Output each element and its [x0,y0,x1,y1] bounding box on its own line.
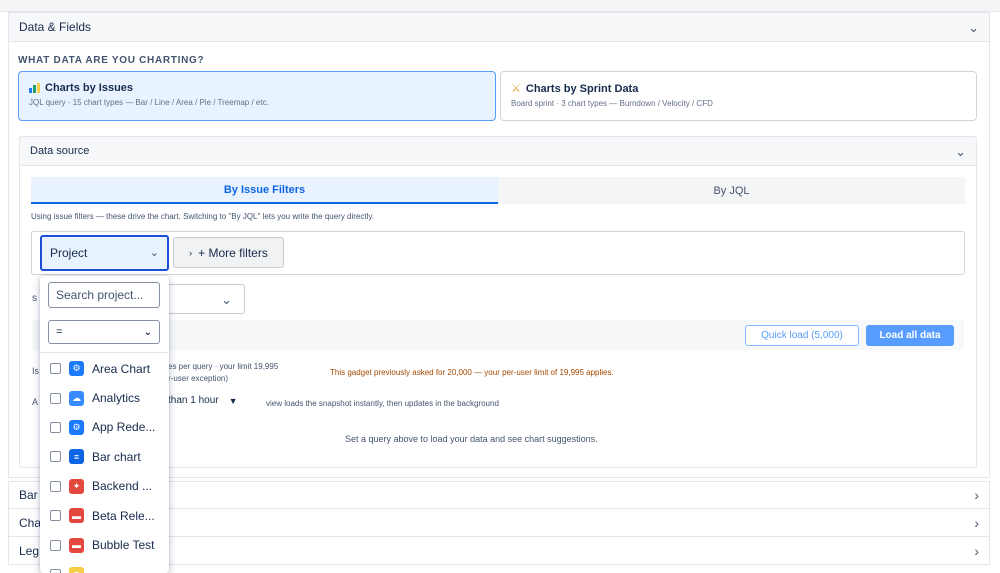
empty-state-message: Set a query above to load your data and … [345,434,598,444]
checkbox[interactable] [50,451,61,463]
source-tabs: By Issue Filters By JQL [31,177,965,204]
filter-bar [31,231,965,275]
chevron-down-icon: ▼ [228,395,238,406]
checkbox[interactable] [50,421,61,433]
project-filter-label: Project [50,246,88,260]
project-option[interactable]: ☁ Analytics [40,383,169,412]
limit-info-line-1: es per query · your limit 19,995 [168,362,279,371]
partial-label-a: A [32,397,39,407]
partial-label-s: s [32,293,37,304]
chevron-right-icon: › [974,542,979,559]
checkbox[interactable] [50,392,61,404]
puzzle-app-icon: ✦ [69,478,84,494]
project-option[interactable]: ▬ Beta Rele... [40,501,169,530]
partially-hidden-select[interactable]: ⌄ [165,284,245,314]
limit-info: es per query · your limit 19,995 r-user … [168,361,278,385]
limit-warning: This gadget previously asked for 20,000 … [330,368,614,377]
folder-app-icon: ■ [69,566,84,573]
project-option[interactable]: ⚙ Area Chart [40,354,169,383]
cache-age-value: than 1 hour [168,395,219,406]
section-title: Cha [19,515,42,530]
board-app-icon: ▬ [69,508,84,524]
load-all-data-button[interactable]: Load all data [866,325,954,346]
cloud-app-icon: ☁ [69,390,84,406]
project-option-label: Analytics [92,391,141,406]
quick-load-button[interactable]: Quick load (5,000) [745,325,859,346]
board-app-icon: ▬ [69,537,84,553]
search-project-input[interactable] [48,282,160,308]
project-option-label: Bubble Test [92,538,155,553]
cache-age-select[interactable]: than 1 hour ▼ [168,395,238,406]
checkbox[interactable] [50,363,61,375]
checkbox[interactable] [50,539,61,551]
chevron-down-icon: ⌄ [968,19,979,35]
project-option[interactable]: ≡ Bar chart [40,442,169,471]
card-subtitle: Board sprint · 3 chart types — Burndown … [511,99,713,108]
top-strip [0,0,1000,12]
data-source-header[interactable]: Data source ⌄ [19,136,977,166]
card-charts-by-sprint-data[interactable]: ⚔ Charts by Sprint Data Board sprint · 3… [500,71,977,121]
project-option[interactable]: ▬ Bubble Test [40,530,169,559]
chevron-right-icon: › [974,514,979,531]
project-option-label: App Rede... [92,420,156,435]
divider [40,352,169,353]
project-option[interactable]: ✦ Backend ... [40,472,169,501]
section-title: Data & Fields [19,20,92,34]
project-option-list: ⚙ Area Chart ☁ Analytics ⚙ App Rede... ≡ Bar ch… [40,354,169,573]
gear-app-icon: ⚙ [69,361,84,377]
chevron-down-icon: ⌄ [143,326,152,338]
more-filters-label: + More filters [198,245,268,260]
partial-label-is: Is [32,366,40,376]
project-option[interactable]: ■ [40,560,169,573]
project-option-label: Bar chart [92,449,141,464]
chevron-down-icon: ⌄ [149,246,159,259]
limit-info-line-2: r-user exception) [168,374,229,383]
project-dropdown-menu: = ⌄ ⚙ Area Chart ☁ Analytics ⚙ App Rede... ≡ Ba… [40,276,169,573]
checkbox[interactable] [50,480,61,492]
operator-select[interactable]: = ⌄ [48,320,160,344]
card-title: Charts by Issues [45,82,134,94]
operator-value: = [56,326,63,338]
project-option-label: Area Chart [92,361,151,376]
chevron-right-icon: › [189,247,193,258]
tab-by-issue-filters[interactable]: By Issue Filters [31,177,498,204]
section-title: Leg [19,543,40,558]
project-option-label: Beta Rele... [92,508,155,523]
chart-type-question: WHAT DATA ARE YOU CHARTING? [18,55,205,66]
tab-by-jql[interactable]: By JQL [498,177,965,204]
chevron-right-icon: › [974,487,979,503]
section-title: Bar [19,488,38,502]
cache-note: view loads the snapshot instantly, then … [266,399,499,408]
card-charts-by-issues[interactable]: Charts by Issues JQL query · 15 chart ty… [18,71,496,121]
chevron-down-icon: ⌄ [221,291,232,307]
section-data-fields-header[interactable]: Data & Fields ⌄ [8,12,990,42]
chevron-down-icon: ⌄ [955,143,966,159]
data-source-title: Data source [30,145,90,157]
card-subtitle: JQL query · 15 chart types — Bar / Line … [29,98,269,107]
card-title: Charts by Sprint Data [525,82,639,95]
more-filters-button[interactable]: › + More filters [173,237,284,268]
checkbox[interactable] [50,568,61,573]
project-option-label: Backend ... [92,479,153,494]
bar-chart-icon [29,83,40,93]
runner-icon: ⚔ [511,83,521,95]
gear-app-icon: ⚙ [69,419,84,435]
project-option[interactable]: ⚙ App Rede... [40,413,169,442]
doc-app-icon: ≡ [69,449,84,465]
checkbox[interactable] [50,510,61,522]
project-filter-select[interactable]: Project ⌄ [40,235,169,271]
filters-hint: Using issue filters — these drive the ch… [31,212,375,221]
